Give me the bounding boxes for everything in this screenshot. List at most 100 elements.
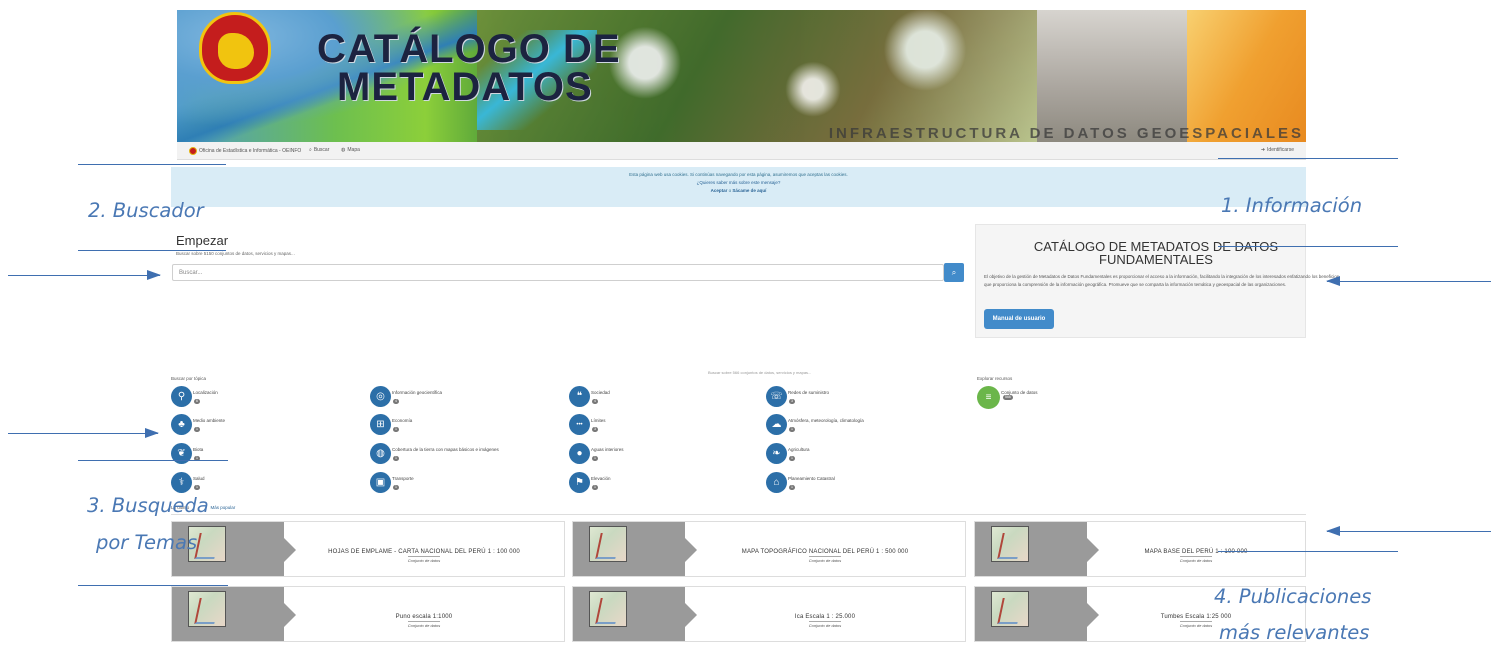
- publication-type: Conjunto de datos: [808, 556, 842, 563]
- topic-link[interactable]: ◍ Cobertura de la tierra con mapas básico…: [370, 443, 499, 464]
- truck-icon: ▣: [370, 472, 391, 493]
- publication-title[interactable]: MAPA TOPOGRÁFICO NACIONAL DEL PERÚ 1 : 5…: [685, 549, 965, 555]
- house-icon: ⌂: [766, 472, 787, 493]
- publication-title[interactable]: Ica Escala 1 : 25.000: [685, 614, 965, 620]
- info-description: El objetivo de la gestión de Metadatos d…: [984, 274, 1339, 287]
- annotation-pubs-1: 4. Publicaciones: [1214, 585, 1372, 608]
- page: CATÁLOGO DE METADATOS INFRAESTRUCTURA DE…: [0, 0, 1497, 671]
- publication-thumbnail: [573, 522, 697, 576]
- sprout-icon: ❧: [766, 443, 787, 464]
- search-input[interactable]: Buscar...: [172, 264, 944, 281]
- annotation-arrow: [1326, 276, 1491, 286]
- topic-link[interactable]: ⚑ Elevación 1: [569, 472, 611, 493]
- publication-title[interactable]: Puno escala 1:1000: [284, 614, 564, 620]
- topics-heading: Buscar por tópica: [171, 376, 207, 381]
- topic-link[interactable]: ☁ Atmósfera, meteorología, climatología 1: [766, 414, 864, 435]
- topic-link[interactable]: ◎ Información geocientífica 4: [370, 386, 442, 407]
- cart-icon: ⊞: [370, 414, 391, 435]
- publication-title[interactable]: HOJAS DE EMPLAME - CARTA NACIONAL DEL PE…: [284, 549, 564, 555]
- topic-link[interactable]: ❝ Sociedad 4: [569, 386, 610, 407]
- flag-icon: ⚑: [569, 472, 590, 493]
- explore-datasets-link[interactable]: ≡ Conjunto de datos 566: [977, 386, 1038, 409]
- cookie-notice: Esta página web usa cookies. Si continúa…: [171, 167, 1306, 207]
- annotation-line: [78, 460, 228, 461]
- user-manual-button[interactable]: Manual de usuario: [984, 309, 1054, 329]
- annotation-arrow: [8, 428, 159, 438]
- topic-link[interactable]: ♣ Medio ambiente 1: [171, 414, 225, 435]
- ign-logo[interactable]: [199, 12, 271, 84]
- database-icon: ≡: [977, 386, 1000, 409]
- annotation-line: [78, 585, 228, 586]
- cookie-leave-link[interactable]: Sácame de aquí: [732, 188, 766, 193]
- tab-popular[interactable]: Más popular: [211, 505, 236, 510]
- publication-card[interactable]: Ica Escala 1 : 25.000 Conjunto de datos: [572, 586, 966, 642]
- publication-title[interactable]: Tumbes Escala 1:25 000: [1087, 614, 1305, 620]
- publication-thumbnail: [172, 587, 296, 641]
- count-badge: 6: [194, 399, 200, 404]
- publication-card[interactable]: Puno escala 1:1000 Conjunto de datos: [171, 586, 565, 642]
- publication-thumbnail: [975, 522, 1099, 576]
- nav-search-link[interactable]: ⌕ Buscar: [309, 147, 329, 153]
- info-panel: CATÁLOGO DE METADATOS DE DATOS FUNDAMENT…: [975, 224, 1339, 338]
- publication-type: Conjunto de datos: [407, 621, 441, 628]
- topic-link[interactable]: ❧ Agricultura 1: [766, 443, 810, 464]
- cookie-info-link[interactable]: ¿Quieres saber más sobre este mensaje?: [171, 179, 1306, 187]
- publication-card[interactable]: MAPA TOPOGRÁFICO NACIONAL DEL PERÚ 1 : 5…: [572, 521, 966, 577]
- search-subtitle: Buscar sobre 5150 conjuntos de datos, se…: [176, 251, 295, 256]
- top-navbar: Oficina de Estadística e Informática - O…: [177, 142, 1306, 160]
- annotation-pubs-2: más relevantes: [1219, 621, 1370, 644]
- publication-thumbnail: [573, 587, 697, 641]
- search-icon: ⌕: [309, 147, 312, 153]
- search-heading: Empezar: [176, 233, 229, 248]
- map-thumbnail: [991, 591, 1029, 627]
- topic-link[interactable]: ⊞ Economía 1: [370, 414, 412, 435]
- topics-count-note: Buscar sobre 566 conjuntos de datos, ser…: [708, 370, 812, 375]
- map-thumbnail: [188, 591, 226, 627]
- cookie-accept-link[interactable]: Aceptar: [711, 188, 728, 193]
- info-title: CATÁLOGO DE METADATOS DE DATOS FUNDAMENT…: [1033, 239, 1279, 267]
- nav-org-link[interactable]: Oficina de Estadística e Informática - O…: [189, 147, 301, 155]
- publication-card[interactable]: MAPA BASE DEL PERÚ 1 : 100 000 Conjunto d…: [974, 521, 1306, 577]
- count-badge: 4: [592, 399, 598, 404]
- org-logo-icon: [189, 147, 197, 155]
- count-badge: 1: [393, 427, 399, 432]
- stethoscope-icon: ⚕: [171, 472, 192, 493]
- annotation-line: [1218, 158, 1398, 159]
- topic-link[interactable]: ⚲ Localización 6: [171, 386, 218, 407]
- topic-link[interactable]: ⚕ Salud 1: [171, 472, 205, 493]
- count-badge: 1: [789, 456, 795, 461]
- topic-link[interactable]: ⌂ Planeamiento Catastral 1: [766, 472, 835, 493]
- map-thumbnail: [991, 526, 1029, 562]
- publication-card[interactable]: HOJAS DE EMPLAME - CARTA NACIONAL DEL PE…: [171, 521, 565, 577]
- count-badge: 1: [592, 456, 598, 461]
- map-thumbnail: [589, 591, 627, 627]
- annotation-line: [1218, 551, 1398, 552]
- topic-link[interactable]: ☏ Redes de suministro 3: [766, 386, 829, 407]
- annotation-info: 1. Información: [1221, 194, 1363, 217]
- header-banner: CATÁLOGO DE METADATOS INFRAESTRUCTURA DE…: [177, 10, 1306, 142]
- topic-link[interactable]: ● Aguas interiores 1: [569, 443, 624, 464]
- count-badge: 4: [393, 399, 399, 404]
- nav-login-link[interactable]: ➜ Identificarse: [1261, 147, 1294, 153]
- location-pin-icon: ⚲: [171, 386, 192, 407]
- map-thumbnail: [589, 526, 627, 562]
- globe-icon: ◍: [370, 443, 391, 464]
- publication-thumbnail: [975, 587, 1099, 641]
- annotation-search: 2. Buscador: [88, 199, 204, 222]
- dots-icon: •••: [569, 414, 590, 435]
- annotation-topics-1: 3. Busqueda: [87, 494, 209, 517]
- publication-title[interactable]: MAPA BASE DEL PERÚ 1 : 100 000: [1087, 549, 1305, 555]
- tree-icon: ♣: [171, 414, 192, 435]
- topic-link[interactable]: ••• Límites 3: [569, 414, 606, 435]
- search-button[interactable]: ⌕: [944, 263, 964, 282]
- drop-icon: ●: [569, 443, 590, 464]
- publication-type: Conjunto de datos: [808, 621, 842, 628]
- phone-icon: ☏: [766, 386, 787, 407]
- banner-subtitle: INFRAESTRUCTURA DE DATOS GEOESPACIALES: [828, 125, 1304, 142]
- nav-map-link[interactable]: ◍ Mapa: [341, 147, 360, 153]
- annotation-line: [78, 164, 226, 165]
- annotation-line: [1218, 246, 1398, 247]
- cloud-icon: ☁: [766, 414, 787, 435]
- topic-link[interactable]: ▣ Transporte 1: [370, 472, 414, 493]
- sign-in-icon: ➜: [1260, 147, 1266, 153]
